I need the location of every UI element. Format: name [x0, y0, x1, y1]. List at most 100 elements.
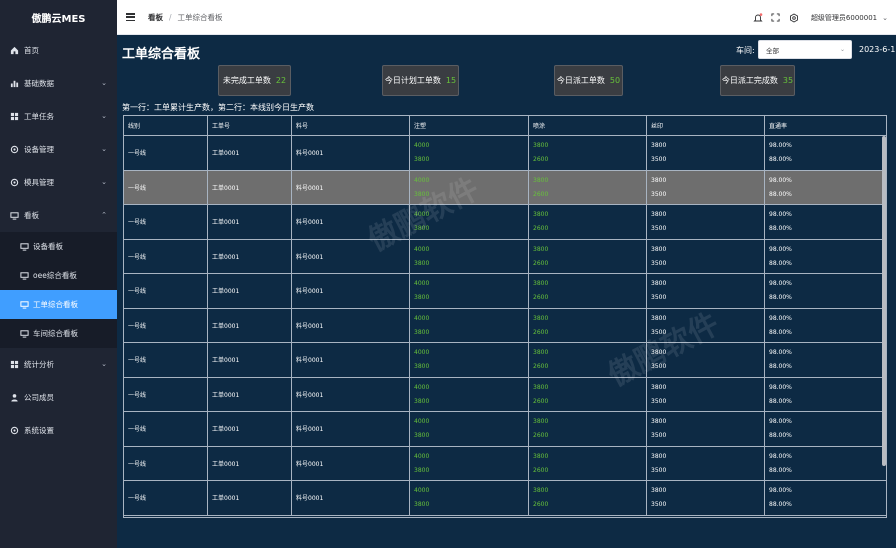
- sidebar-item-oee-board[interactable]: oee综合看板: [0, 261, 117, 290]
- table-cell: 98.00% 88.00%: [765, 205, 884, 239]
- sidebar-item-label: 统计分析: [24, 360, 54, 369]
- work-order-table: 线别 工单号 料号 注塑 喷涂 丝印 直通率 一号线 工单0001 料号0001 40…: [123, 115, 887, 518]
- gear-icon: [10, 178, 19, 187]
- table-cell: 3800 2600: [529, 205, 647, 239]
- table-row[interactable]: 一号线 工单0001 料号0001 4000 3800 3800 2600 3800 3500 9…: [124, 481, 886, 516]
- today-value: 2600: [533, 363, 549, 371]
- sidebar-item-statistics[interactable]: 统计分析 ⌄: [0, 348, 117, 381]
- sidebar-item-home[interactable]: 首页: [0, 34, 117, 67]
- chevron-down-icon[interactable]: ⌄: [882, 14, 888, 22]
- sidebar-item-basic-data[interactable]: 基础数据 ⌄: [0, 67, 117, 100]
- kpi-label: 今日派工单数: [556, 76, 605, 85]
- table-cell: 一号线: [124, 136, 208, 170]
- cell-text: 料号0001: [296, 460, 324, 468]
- table-cell: 4000 3800: [410, 481, 529, 515]
- table-row[interactable]: 一号线 工单0001 料号0001 4000 3800 3800 2600 3800 3500 9…: [124, 274, 886, 309]
- table-cell: 一号线: [124, 481, 208, 515]
- app-logo[interactable]: 傲鹏云MES: [0, 0, 117, 34]
- cumulative-value: 3800: [533, 418, 549, 426]
- table-cell: 料号0001: [292, 343, 410, 377]
- cumulative-value: 3800: [533, 211, 549, 219]
- cell-text: 工单0001: [212, 288, 240, 296]
- sidebar-item-work-orders[interactable]: 工单任务 ⌄: [0, 100, 117, 133]
- cumulative-value: 3800: [651, 487, 667, 495]
- cell-text: 一号线: [128, 322, 147, 330]
- table-row[interactable]: 一号线 工单0001 料号0001 4000 3800 3800 2600 3800 3500 9…: [124, 308, 886, 343]
- cell-text: 料号0001: [296, 426, 324, 434]
- home-icon: [10, 46, 19, 55]
- column-header: 喷涂: [529, 116, 647, 135]
- sidebar-item-work-order-board[interactable]: 工单综合看板: [0, 290, 117, 319]
- fullscreen-icon[interactable]: [771, 13, 781, 23]
- column-header: 丝印: [647, 116, 765, 135]
- table-cell: 3800 3500: [647, 343, 765, 377]
- table-cell: 3800 2600: [529, 446, 647, 480]
- table-cell: 3800 3500: [647, 377, 765, 411]
- cumulative-value: 98.00%: [769, 487, 792, 495]
- today-value: 3500: [651, 156, 667, 164]
- table-row[interactable]: 一号线 工单0001 料号0001 4000 3800 3800 2600 3800 3500 9…: [124, 136, 886, 171]
- table-row[interactable]: 一号线 工单0001 料号0001 4000 3800 3800 2600 3800 3500 9…: [124, 239, 886, 274]
- table-cell: 料号0001: [292, 136, 410, 170]
- table-row[interactable]: 一号线 工单0001 料号0001 4000 3800 3800 2600 3800 3500 9…: [124, 170, 886, 205]
- boards-submenu: 设备看板 oee综合看板 工单综合看板 车间综合看板: [0, 232, 117, 348]
- menu-toggle-icon[interactable]: [126, 13, 135, 21]
- sidebar-item-settings[interactable]: 系统设置: [0, 414, 117, 447]
- sidebar-item-workshop-board[interactable]: 车间综合看板: [0, 319, 117, 348]
- sidebar-item-members[interactable]: 公司成员: [0, 381, 117, 414]
- kpi-today-dispatch-completed: 今日派工完成数 35: [720, 65, 795, 96]
- table-row[interactable]: 一号线 工单0001 料号0001 4000 3800 3800 2600 3800 3500 9…: [124, 377, 886, 412]
- table-cell: 3800 3500: [647, 239, 765, 273]
- table-cell: 工单0001: [208, 308, 292, 342]
- table-header: 线别 工单号 料号 注塑 喷涂 丝印 直通率: [124, 116, 886, 136]
- cell-text: 一号线: [128, 426, 147, 434]
- workshop-select[interactable]: 全部 ⌄: [758, 40, 852, 59]
- table-cell: 3800 2600: [529, 170, 647, 204]
- cumulative-value: 98.00%: [769, 452, 792, 460]
- table-row[interactable]: 一号线 工单0001 料号0001 4000 3800 3800 2600 3800 3500 9…: [124, 446, 886, 481]
- sidebar-item-boards[interactable]: 看板 ⌃: [0, 199, 117, 232]
- settings-gear-icon[interactable]: [789, 12, 799, 23]
- table-cell: 3800 2600: [529, 412, 647, 446]
- today-value: 3800: [414, 259, 430, 267]
- sidebar-item-device-board[interactable]: 设备看板: [0, 232, 117, 261]
- sidebar-item-label: 公司成员: [24, 393, 54, 402]
- table-cell: 3800 3500: [647, 170, 765, 204]
- user-name[interactable]: 超级管理员6000001: [811, 13, 877, 23]
- table-cell: 工单0001: [208, 274, 292, 308]
- table-cell: 3800 3500: [647, 412, 765, 446]
- chevron-down-icon: ⌄: [101, 360, 107, 368]
- breadcrumb-item-boards[interactable]: 看板: [148, 12, 163, 23]
- table-cell: 一号线: [124, 308, 208, 342]
- cumulative-value: 98.00%: [769, 176, 792, 184]
- cumulative-value: 98.00%: [769, 245, 792, 253]
- chevron-up-icon: ⌃: [101, 211, 107, 219]
- table-cell: 一号线: [124, 412, 208, 446]
- sidebar-item-molds[interactable]: 模具管理 ⌄: [0, 166, 117, 199]
- today-value: 88.00%: [769, 466, 792, 474]
- cell-text: 料号0001: [296, 150, 324, 158]
- breadcrumb-item-current: 工单综合看板: [177, 12, 223, 22]
- table-row[interactable]: 一号线 工单0001 料号0001 4000 3800 3800 2600 3800 3500 9…: [124, 412, 886, 447]
- cell-text: 工单0001: [212, 253, 240, 261]
- chevron-down-icon: ⌄: [101, 112, 107, 120]
- table-row[interactable]: 一号线 工单0001 料号0001 4000 3800 3800 2600 3800 3500 9…: [124, 205, 886, 240]
- table-cell: 4000 3800: [410, 239, 529, 273]
- table-scrollbar[interactable]: [882, 136, 886, 466]
- today-value: 3800: [414, 432, 430, 440]
- table-cell: 4000 3800: [410, 446, 529, 480]
- table-cell: 一号线: [124, 274, 208, 308]
- cumulative-value: 3800: [533, 245, 549, 253]
- today-value: 3800: [414, 225, 430, 233]
- today-value: 2600: [533, 259, 549, 267]
- current-date: 2023-6-1: [859, 45, 896, 54]
- sidebar-item-equipment[interactable]: 设备管理 ⌄: [0, 133, 117, 166]
- table-cell: 3800 2600: [529, 343, 647, 377]
- bell-icon[interactable]: [753, 12, 763, 23]
- cell-text: 一号线: [128, 219, 147, 227]
- table-row[interactable]: 一号线 工单0001 料号0001 4000 3800 3800 2600 3800 3500 9…: [124, 343, 886, 378]
- table-cell: 料号0001: [292, 308, 410, 342]
- table-cell: 98.00% 88.00%: [765, 136, 884, 170]
- cell-text: 一号线: [128, 184, 147, 192]
- cell-text: 一号线: [128, 495, 147, 503]
